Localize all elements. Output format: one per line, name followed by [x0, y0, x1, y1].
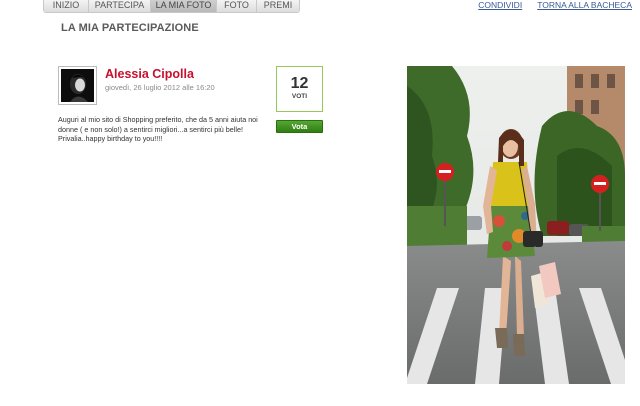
author-name[interactable]: Alessia Cipolla	[105, 67, 194, 81]
post-date: giovedì, 26 luglio 2012 alle 16:20	[105, 83, 215, 92]
vote-counter: 12 VOTI	[276, 66, 323, 112]
post-text: Auguri al mio sito di Shopping preferito…	[58, 115, 258, 143]
page-title: LA MIA PARTECIPAZIONE	[61, 22, 199, 34]
vote-count-label: VOTI	[291, 93, 308, 100]
vote-button[interactable]: Vota	[276, 120, 323, 133]
main-tab-bar: INIZIO PARTECIPA LA MIA FOTO FOTO PREMI	[43, 0, 300, 13]
entry-photo[interactable]	[407, 66, 625, 384]
share-link[interactable]: CONDIVIDI	[478, 0, 522, 10]
tab-premi[interactable]: PREMI	[257, 0, 299, 12]
back-to-board-link[interactable]: TORNA ALLA BACHECA	[537, 0, 632, 10]
tab-partecipa[interactable]: PARTECIPA	[89, 0, 151, 12]
top-links: CONDIVIDI TORNA ALLA BACHECA	[478, 0, 632, 10]
tab-la-mia-foto[interactable]: LA MIA FOTO	[151, 0, 217, 12]
vote-count: 12	[290, 75, 309, 92]
tab-inizio[interactable]: INIZIO	[44, 0, 89, 12]
avatar-photo	[61, 69, 94, 102]
avatar[interactable]	[58, 66, 97, 105]
tab-foto[interactable]: FOTO	[217, 0, 257, 12]
